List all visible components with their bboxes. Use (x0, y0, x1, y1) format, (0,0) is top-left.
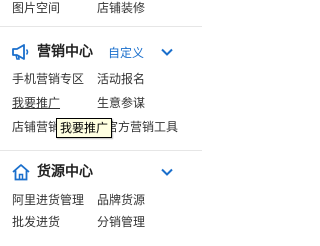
house-icon (12, 164, 30, 181)
chevron-down-icon[interactable] (160, 165, 174, 179)
link-official-marketing-tools[interactable]: 官方营销工具 (106, 117, 178, 137)
marketing-center-title: 营销中心 (37, 44, 93, 60)
top-links-row: 图片空间 店铺装修 (0, 0, 202, 18)
link-event-signup[interactable]: 活动报名 (97, 69, 145, 89)
marketing-row-1: 手机营销专区 活动报名 (0, 69, 202, 89)
sourcing-center-header: 货源中心 (0, 159, 202, 185)
link-wholesale-purchase[interactable]: 批发进货 (12, 212, 60, 232)
section-divider (0, 26, 202, 27)
link-distribution-management[interactable]: 分销管理 (97, 212, 145, 232)
sourcing-center-title: 货源中心 (37, 164, 93, 180)
tooltip: 我要推广 (56, 118, 113, 138)
link-business-advisor[interactable]: 生意参谋 (97, 93, 145, 113)
megaphone-icon (12, 44, 29, 60)
link-promote[interactable]: 我要推广 (12, 93, 60, 113)
link-image-space[interactable]: 图片空间 (12, 0, 60, 18)
link-shop-decoration[interactable]: 店铺装修 (97, 0, 145, 18)
sourcing-row-2: 批发进货 分销管理 (0, 212, 202, 232)
marketing-center-header: 营销中心 自定义 (0, 39, 202, 65)
link-shop-marketing[interactable]: 店铺营销 (12, 117, 60, 137)
customize-link[interactable]: 自定义 (108, 40, 144, 66)
marketing-row-2: 我要推广 生意参谋 (0, 93, 202, 113)
link-mobile-marketing[interactable]: 手机营销专区 (12, 69, 84, 89)
section-divider (0, 150, 202, 151)
link-ali-purchase-management[interactable]: 阿里进货管理 (12, 190, 84, 210)
sourcing-row-1: 阿里进货管理 品牌货源 (0, 190, 202, 210)
chevron-down-icon[interactable] (160, 45, 174, 59)
link-brand-sourcing[interactable]: 品牌货源 (97, 190, 145, 210)
